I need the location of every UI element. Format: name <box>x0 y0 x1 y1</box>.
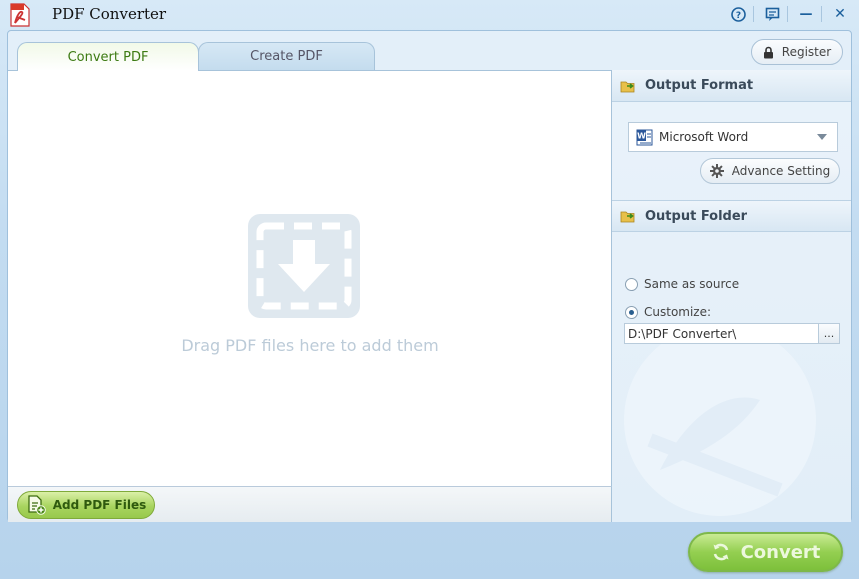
feedback-button[interactable] <box>761 4 783 24</box>
tab-label: Create PDF <box>250 49 323 64</box>
main-card: Create PDF Convert PDF Register Drag PDF… <box>7 30 852 522</box>
output-folder-header: Output Folder <box>612 200 851 232</box>
customize-option[interactable]: Customize: <box>625 305 711 319</box>
output-format-select[interactable]: W Microsoft Word <box>628 122 838 152</box>
settings-panel: Output Format W Microsoft Word Advance S… <box>612 70 851 522</box>
tab-convert-pdf[interactable]: Convert PDF <box>17 42 199 71</box>
same-as-source-label: Same as source <box>644 277 740 291</box>
svg-text:?: ? <box>735 11 740 21</box>
output-format-title: Output Format <box>645 78 754 93</box>
customize-label: Customize: <box>644 305 712 319</box>
minimize-button[interactable]: — <box>795 4 817 24</box>
output-format-header: Output Format <box>612 70 851 102</box>
title-separator <box>753 6 754 22</box>
same-as-source-option[interactable]: Same as source <box>625 277 739 291</box>
tab-create-pdf[interactable]: Create PDF <box>198 42 375 70</box>
chevron-down-icon <box>817 134 827 140</box>
minimize-icon: — <box>799 6 813 22</box>
lock-icon <box>763 46 773 58</box>
selected-format-label: Microsoft Word <box>659 130 749 144</box>
word-icon: W <box>636 129 653 145</box>
advance-setting-button[interactable]: Advance Setting <box>700 158 840 184</box>
pdf-app-logo-icon <box>10 3 30 27</box>
customize-radio[interactable] <box>625 305 638 319</box>
output-folder-icon <box>620 211 635 223</box>
add-files-label: Add PDF Files <box>52 498 147 512</box>
browse-label: ... <box>823 327 835 340</box>
register-label: Register <box>781 45 832 59</box>
browse-folder-button[interactable]: ... <box>818 323 840 344</box>
output-folder-title: Output Folder <box>645 208 748 224</box>
convert-button[interactable]: Convert <box>688 532 843 572</box>
title-bar: PDF Converter ? — ✕ <box>0 0 859 30</box>
register-button[interactable]: Register <box>751 39 843 65</box>
drop-files-icon <box>248 214 360 318</box>
help-icon: ? <box>730 6 746 22</box>
convert-label: Convert <box>740 541 821 563</box>
add-pdf-files-button[interactable]: Add PDF Files <box>17 491 155 519</box>
svg-text:W: W <box>637 131 646 140</box>
window-title: PDF Converter <box>52 5 167 23</box>
watermark-logo-icon <box>624 324 816 516</box>
title-separator <box>787 6 788 22</box>
file-drop-area[interactable]: Drag PDF files here to add them <box>8 70 612 486</box>
tab-label: Convert PDF <box>67 49 149 65</box>
help-button[interactable]: ? <box>727 4 749 24</box>
same-as-source-radio[interactable] <box>625 277 638 291</box>
close-button[interactable]: ✕ <box>829 4 851 24</box>
output-path-input[interactable]: D:\PDF Converter\ <box>624 323 819 344</box>
add-file-icon <box>28 495 46 515</box>
feedback-icon <box>765 7 779 21</box>
title-separator <box>821 6 822 22</box>
output-path-value: D:\PDF Converter\ <box>628 326 737 341</box>
drop-hint-text: Drag PDF files here to add them <box>181 336 439 355</box>
refresh-icon <box>713 543 729 561</box>
close-icon: ✕ <box>834 6 846 22</box>
advance-setting-label: Advance Setting <box>731 164 831 178</box>
gear-icon <box>709 164 724 178</box>
bottom-toolbar: Add PDF Files <box>8 486 612 522</box>
format-folder-icon <box>620 81 635 92</box>
